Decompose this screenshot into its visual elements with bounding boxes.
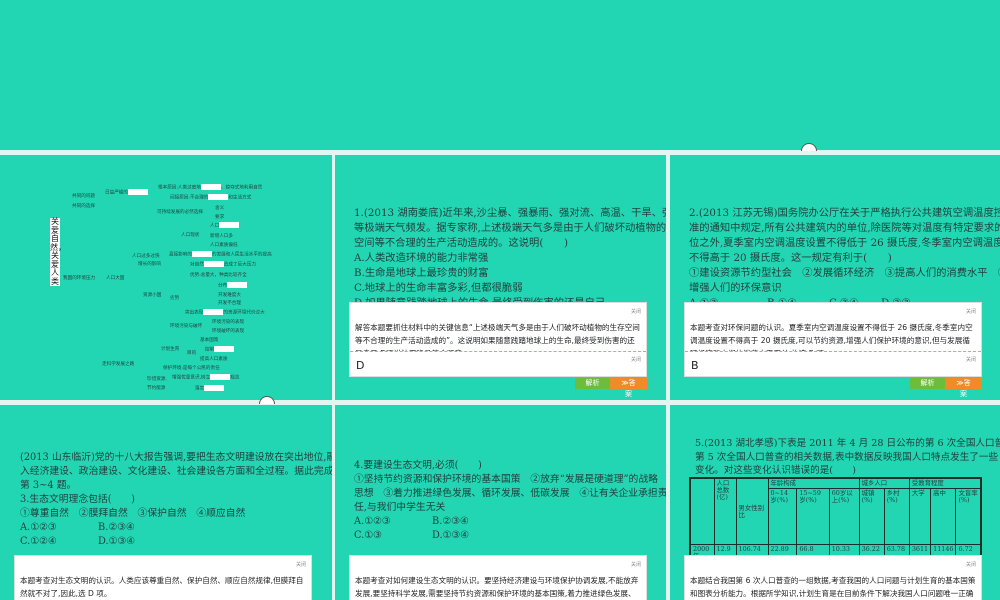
mm-node: 目的 — [187, 351, 197, 356]
group-header: 城乡人口 — [858, 477, 910, 489]
answer-button[interactable]: ≫答案 — [945, 378, 982, 398]
mm-node: 环境污染与破坏 — [170, 324, 203, 329]
explanation-text: 本题考查对生态文明的认识。人类应该尊重自然、保护自然、顺应自然规律,但膜拜自然就… — [20, 576, 304, 598]
mm-node: 要求 — [215, 215, 225, 220]
mm-node: 分布 — [218, 282, 248, 289]
mm-node: 人口大国 — [106, 276, 125, 281]
answer-text: D — [356, 359, 365, 372]
group-header: 受教育程度 — [908, 477, 982, 489]
mm-node: 根本原因:人类过度地 ，掠夺式地利用自然 — [158, 184, 263, 191]
slide-q2[interactable]: 2.(2013 江苏无锡)国务院办公厅在关于严格执行公共建筑空调温度控制标 准的通… — [670, 155, 1000, 400]
mm-node: 共同的选择 — [72, 204, 95, 209]
mm-node: 间接原因:不合理的 和生活方式 — [170, 194, 252, 201]
mm-node: 人口 — [210, 222, 240, 229]
mm-node: 开发难度大 — [218, 293, 241, 298]
answer-button[interactable]: ≫答案 — [610, 378, 647, 398]
question-4: 4.要建设生态文明,必须( ) ①坚持节约资源和保护环境的基本国策 ②放弃“发展是… — [354, 460, 666, 541]
group-header: 年龄构成 — [767, 477, 860, 489]
analysis-button[interactable]: 解析 — [575, 378, 610, 389]
col-header: 文盲率(%) — [955, 488, 982, 545]
close-answer-button[interactable]: 关闭 — [631, 356, 641, 363]
explanation-panel: 关闭 本题结合我国第 6 次人口普查的一组数据,考查我国的人口问题与计划生育的基… — [684, 555, 982, 600]
close-explanation-button[interactable]: 关闭 — [631, 308, 641, 315]
col-header: 城镇(%) — [858, 488, 885, 545]
mm-node: 环境污染的表现 — [212, 320, 245, 325]
question-2: 2.(2013 江苏无锡)国务院办公厅在关于严格执行公共建筑空调温度控制标 准的通… — [689, 207, 1000, 309]
divider — [685, 351, 981, 352]
explanation-text: 解答本题要抓住材料中的关键信息“上述极端天气多是由于人们破坏动植物的生存空间等不… — [355, 323, 640, 351]
mm-node: 含义 — [215, 206, 225, 211]
close-explanation-button[interactable]: 关闭 — [296, 561, 306, 568]
mm-node: 珍惜资源, — [147, 377, 167, 382]
mm-node: 人口素质偏低 — [210, 243, 238, 248]
mm-node: 人口现状 — [181, 233, 200, 238]
mm-node: 保护环境:是每个公民的责任 — [163, 366, 220, 371]
analysis-button[interactable]: 解析 — [910, 378, 945, 389]
slide-q5[interactable]: 5.(2013 湖北孝感)下表是 2011 年 4 月 28 日公布的第 6 次… — [670, 405, 1000, 600]
slide-q1[interactable]: 1.(2013 湖南娄底)近年来,沙尘暴、强暴雨、强对流、高温、干旱、强台风 等极… — [335, 155, 666, 400]
mindmap-title: 关爱自然，关爱人类 — [50, 217, 66, 286]
mm-node: 增强忧患意识,树立 观念 — [172, 374, 240, 381]
mm-node: 控制 — [205, 346, 235, 353]
close-explanation-button[interactable]: 关闭 — [966, 308, 976, 315]
mm-node: 对自然 造成了巨大压力 — [190, 261, 256, 268]
mm-node: 优势:总量大，种类比较齐全 — [190, 273, 247, 278]
mm-node: 提高人口素质 — [200, 357, 228, 362]
col-header: 15~59岁(%) — [796, 488, 830, 545]
col-header: 男女性别比 — [735, 477, 769, 545]
mm-node: 走科学发展之路 — [102, 362, 135, 367]
explanation-text: 本题考查对如何建设生态文明的认识。要坚持经济建设与环境保护协调发展,不能放弃发展… — [355, 576, 639, 598]
toggle-buttons: 解析 ≫答案 — [575, 378, 647, 398]
explanation-text: 本题考查对环保问题的认识。夏季室内空调温度设置不得低于 26 摄氏度,冬季室内空… — [690, 323, 973, 351]
mm-node: 直接影响的 的发展和人民生活水平的提高 — [169, 251, 272, 258]
mm-node: 共同的问题 — [72, 194, 95, 199]
col-header: 乡村(%) — [883, 488, 910, 545]
mm-node: 可持续发展的必然选择 — [157, 210, 203, 215]
question-1: 1.(2013 湖南娄底)近年来,沙尘暴、强暴雨、强对流、高温、干旱、强台风 等极… — [354, 207, 666, 309]
question-3: (2013 山东临沂)党的十八大报告强调,要把生态文明建设放在突出地位,融 入经济… — [20, 452, 332, 547]
close-explanation-button[interactable]: 关闭 — [966, 561, 976, 568]
divider — [350, 351, 646, 352]
col-header: 高中 — [930, 488, 957, 545]
answer-text: B — [691, 359, 699, 372]
answer-panel: 关闭 解答本题要抓住材料中的关键信息“上述极端天气多是由于人们破坏动植物的生存空… — [349, 302, 647, 377]
mm-node: 突出表现 的资源环境代价过大 — [185, 309, 265, 316]
mm-node: 人口过多过快 — [132, 254, 160, 259]
close-explanation-button[interactable]: 关闭 — [631, 561, 641, 568]
question-5: 5.(2013 湖北孝感)下表是 2011 年 4 月 28 日公布的第 6 次… — [695, 438, 1000, 476]
mm-node: 我国的环境压力 — [63, 276, 96, 281]
explanation-panel: 关闭 本题考查对生态文明的认识。人类应该尊重自然、保护自然、顺应自然规律,但膜拜… — [14, 555, 312, 600]
top-slide-partial — [0, 0, 1000, 150]
mm-node: 日益严峻的 — [105, 189, 148, 196]
toggle-buttons: 解析 ≫答案 — [910, 378, 982, 398]
mm-node: 节约能源 — [147, 386, 166, 391]
mm-node: 落实 — [195, 385, 225, 392]
col-header: 0~14岁(%) — [767, 488, 798, 545]
explanation-panel: 关闭 本题考查对如何建设生态文明的认识。要坚持经济建设与环境保护协调发展,不能放… — [349, 555, 647, 600]
explanation-text: 本题结合我国第 6 次人口普查的一组数据,考查我国的人口问题与计划生育的基本国策… — [690, 576, 976, 598]
col-header: 大学 — [908, 488, 932, 545]
mm-node: 开发不合理 — [218, 301, 241, 306]
mm-node: 基本国策 — [200, 338, 219, 343]
mm-node: 新增人口多 — [210, 234, 233, 239]
col-header: 人口总数(亿) — [713, 477, 737, 545]
mm-node: 增长的影响 — [138, 262, 161, 267]
mm-node: 资源小国 — [143, 293, 162, 298]
mm-node: 劣势 — [170, 296, 180, 301]
close-answer-button[interactable]: 关闭 — [966, 356, 976, 363]
slide-q3[interactable]: (2013 山东临沂)党的十八大报告强调,要把生态文明建设放在突出地位,融 入经济… — [0, 405, 332, 600]
answer-panel: 关闭 本题考查对环保问题的认识。夏季室内空调温度设置不得低于 26 摄氏度,冬季… — [684, 302, 982, 377]
slide-q4[interactable]: 4.要建设生态文明,必须( ) ①坚持节约资源和保护环境的基本国策 ②放弃“发展是… — [335, 405, 666, 600]
mm-node: 计划生育 — [161, 347, 180, 352]
col-header: 60岁以上(%) — [828, 488, 860, 545]
mm-node: 环境破坏的表现 — [212, 329, 245, 334]
